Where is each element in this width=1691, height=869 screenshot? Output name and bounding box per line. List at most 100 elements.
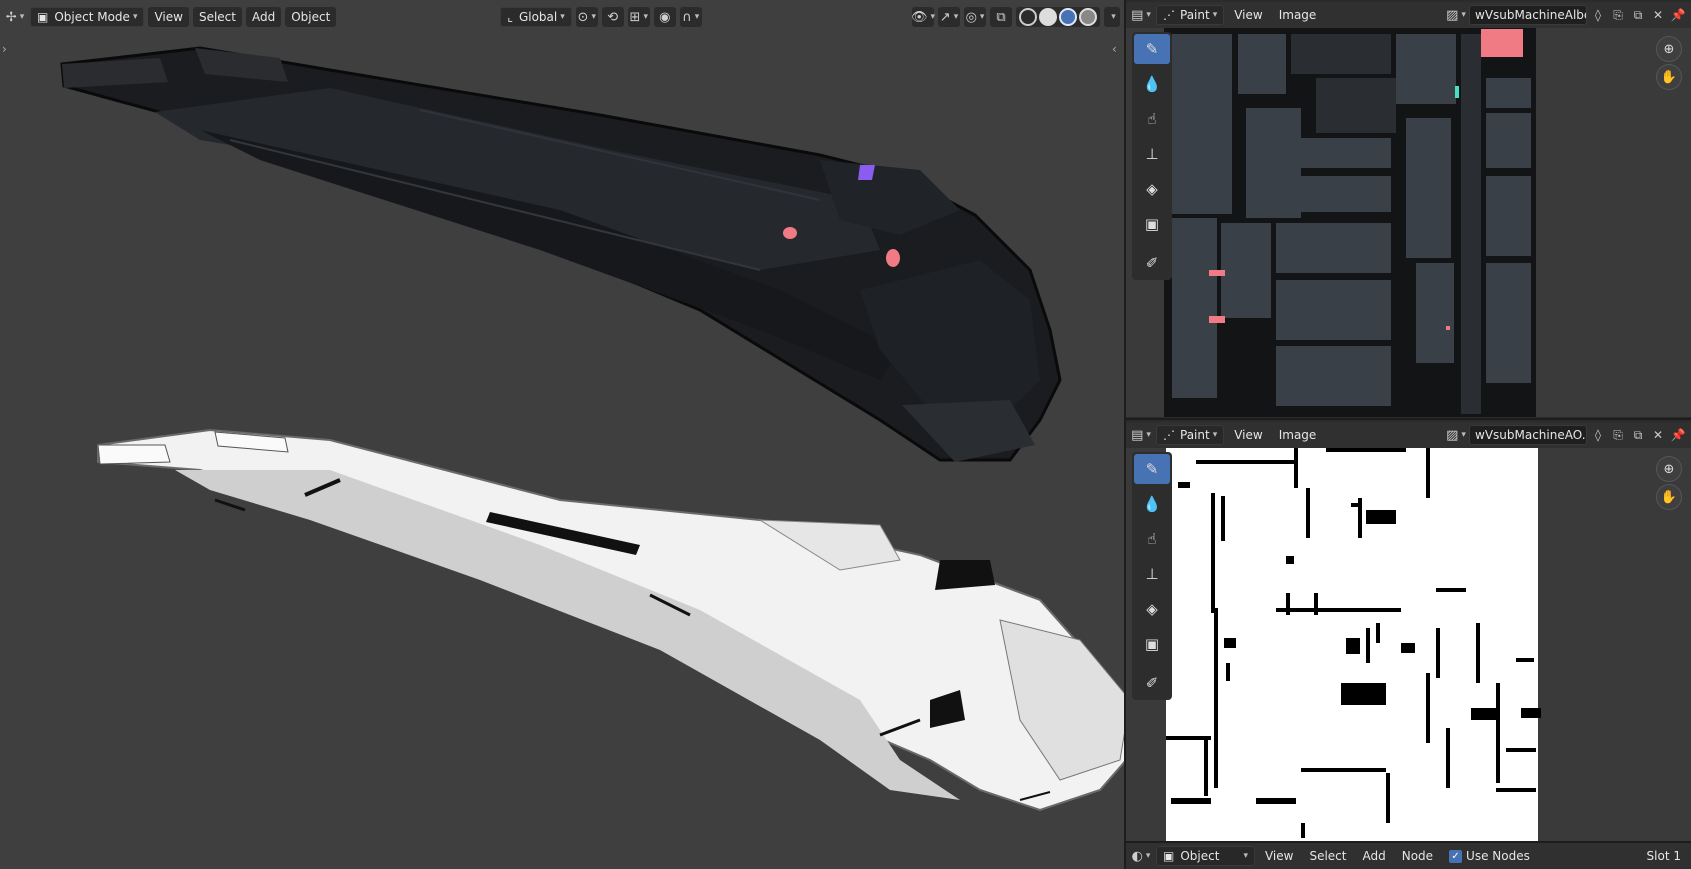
visibility-icon[interactable]: 👁 ▾ <box>911 7 935 27</box>
node-editor-header: ◐ ▾ ▣ Object ▾ View Select Add Node ✓ Use… <box>1126 843 1691 869</box>
image-name-field[interactable]: wVsubMachineAlbedo <box>1469 5 1587 25</box>
albedo-texture <box>1164 28 1536 417</box>
shading-modes <box>1016 7 1100 27</box>
shader-type-selector[interactable]: ▣ Object ▾ <box>1156 846 1255 866</box>
fill-icon[interactable]: ◈ <box>1134 174 1170 204</box>
annotate-icon[interactable]: ✐ <box>1134 248 1170 278</box>
blur-icon[interactable]: 💧 <box>1134 69 1170 99</box>
viewport-scene <box>60 46 1124 812</box>
unlink-image-icon[interactable]: ✕ <box>1649 6 1667 24</box>
brush-icon[interactable]: ✎ <box>1134 34 1170 64</box>
orientation-icon: ⌞ <box>507 10 513 24</box>
image-editor-header: ▤ ▾ ⋰ Paint ▾ View Image ▨ ▾ wVsubMachineA… <box>1126 422 1691 448</box>
paint-mode-selector[interactable]: ⋰ Paint ▾ <box>1156 425 1225 445</box>
fake-user-icon[interactable]: ◊ <box>1589 6 1607 24</box>
new-image-icon[interactable]: ⎘ <box>1609 426 1627 444</box>
menu-view[interactable]: View <box>1259 846 1299 866</box>
mask-icon[interactable]: ▣ <box>1134 629 1170 659</box>
paint-mode-label: Paint <box>1180 8 1210 22</box>
mode-label: Object Mode <box>54 10 130 24</box>
editor-type-icon[interactable]: ✢ ▾ <box>4 7 26 27</box>
open-image-icon[interactable]: ⧉ <box>1629 6 1647 24</box>
menu-view[interactable]: View <box>1228 425 1268 445</box>
editor-type-icon[interactable]: ▤ ▾ <box>1130 425 1152 445</box>
pivot-point-icon[interactable]: ⊙ ▾ <box>575 7 598 27</box>
gizmo-icon[interactable]: ↗ ▾ <box>938 7 960 27</box>
zoom-icon[interactable]: ⊕ <box>1656 36 1682 62</box>
paint-toolbar: ✎ 💧 ☝ ⊥ ◈ ▣ ✐ <box>1132 32 1172 280</box>
transform-orientation[interactable]: ⌞ Global ▾ <box>500 7 572 27</box>
shading-options-icon[interactable]: ▾ <box>1104 7 1120 27</box>
unlink-image-icon[interactable]: ✕ <box>1649 426 1667 444</box>
clone-icon[interactable]: ⊥ <box>1134 559 1170 589</box>
image-editor-header: ▤ ▾ ⋰ Paint ▾ View Image ▨ ▾ wVsubMachineA… <box>1126 2 1691 28</box>
menu-node[interactable]: Node <box>1396 846 1439 866</box>
menu-image[interactable]: Image <box>1273 425 1323 445</box>
menu-select[interactable]: Select <box>1303 846 1352 866</box>
use-nodes-toggle[interactable]: ✓ Use Nodes <box>1443 846 1536 866</box>
menu-add[interactable]: Add <box>1356 846 1391 866</box>
material-shading-icon[interactable] <box>1059 8 1077 26</box>
dark-rifle-model <box>60 46 1062 462</box>
image-name-field[interactable]: wVsubMachineAO.0... <box>1469 425 1587 445</box>
shader-type-label: Object <box>1180 849 1220 863</box>
paint-mode-icon: ⋰ <box>1163 8 1175 22</box>
sidebar-expand-icon[interactable]: ‹ <box>1112 42 1117 56</box>
toolbar-expand-icon[interactable]: › <box>2 42 7 56</box>
snap-grid-icon[interactable]: ⊞ ▾ <box>627 7 650 27</box>
object-type-icon: ▣ <box>1163 849 1175 863</box>
albedo-canvas-area[interactable]: ✎ 💧 ☝ ⊥ ◈ ▣ ✐ ⊕ ✋ <box>1126 28 1691 417</box>
paint-mode-icon: ⋰ <box>1163 428 1175 442</box>
clone-icon[interactable]: ⊥ <box>1134 139 1170 169</box>
editor-type-icon[interactable]: ▤ ▾ <box>1130 5 1152 25</box>
xray-icon[interactable]: ⧉ <box>990 7 1012 27</box>
mask-icon[interactable]: ▣ <box>1134 209 1170 239</box>
zoom-icon[interactable]: ⊕ <box>1656 456 1682 482</box>
proportional-edit-icon[interactable]: ◉ <box>653 7 676 27</box>
fake-user-icon[interactable]: ◊ <box>1589 426 1607 444</box>
slot-selector[interactable]: Slot 1 <box>1641 846 1687 866</box>
3d-viewport[interactable]: › ‹ ✢ ▾ ▣ Object Mode ▾ View Select Add O… <box>0 0 1124 869</box>
pan-icon[interactable]: ✋ <box>1656 484 1682 510</box>
pan-icon[interactable]: ✋ <box>1656 64 1682 90</box>
object-mode-icon: ▣ <box>37 10 49 24</box>
solid-shading-icon[interactable] <box>1039 8 1057 26</box>
menu-add[interactable]: Add <box>245 7 282 27</box>
brush-icon[interactable]: ✎ <box>1134 454 1170 484</box>
orientation-label: Global <box>518 10 558 24</box>
overlays-icon[interactable]: ◎ ▾ <box>964 7 986 27</box>
blur-icon[interactable]: 💧 <box>1134 489 1170 519</box>
editor-type-icon[interactable]: ◐ ▾ <box>1130 846 1152 866</box>
ao-canvas-area[interactable]: ✎ 💧 ☝ ⊥ ◈ ▣ ✐ ⊕ ✋ <box>1126 448 1691 841</box>
paint-mode-label: Paint <box>1180 428 1210 442</box>
wireframe-shading-icon[interactable] <box>1019 8 1037 26</box>
snap-toggle-icon[interactable]: ⟲ <box>601 7 624 27</box>
menu-object[interactable]: Object <box>285 7 337 27</box>
pin-icon[interactable]: 📌 <box>1669 6 1687 24</box>
smear-icon[interactable]: ☝ <box>1134 104 1170 134</box>
viewport-header: ✢ ▾ ▣ Object Mode ▾ View Select Add Objec… <box>0 4 1124 30</box>
annotate-icon[interactable]: ✐ <box>1134 668 1170 698</box>
open-image-icon[interactable]: ⧉ <box>1629 426 1647 444</box>
menu-select[interactable]: Select <box>192 7 242 27</box>
fill-icon[interactable]: ◈ <box>1134 594 1170 624</box>
image-browse-icon[interactable]: ▨ ▾ <box>1445 425 1467 445</box>
menu-image[interactable]: Image <box>1273 5 1323 25</box>
smear-icon[interactable]: ☝ <box>1134 524 1170 554</box>
falloff-icon[interactable]: ∩ ▾ <box>679 7 702 27</box>
white-rifle-model <box>97 428 1124 812</box>
mode-selector[interactable]: ▣ Object Mode ▾ <box>30 7 145 27</box>
new-image-icon[interactable]: ⎘ <box>1609 6 1627 24</box>
menu-view[interactable]: View <box>1228 5 1268 25</box>
checkbox-check-icon: ✓ <box>1449 849 1463 863</box>
menu-view[interactable]: View <box>148 7 189 27</box>
use-nodes-label: Use Nodes <box>1466 849 1530 863</box>
image-browse-icon[interactable]: ▨ ▾ <box>1445 5 1467 25</box>
pin-icon[interactable]: 📌 <box>1669 426 1687 444</box>
paint-toolbar: ✎ 💧 ☝ ⊥ ◈ ▣ ✐ <box>1132 452 1172 700</box>
rendered-shading-icon[interactable] <box>1079 8 1097 26</box>
ao-texture <box>1166 448 1541 841</box>
image-editor-ao: ▤ ▾ ⋰ Paint ▾ View Image ▨ ▾ wVsubMachineA… <box>1126 420 1691 841</box>
image-editor-albedo: ▤ ▾ ⋰ Paint ▾ View Image ▨ ▾ wVsubMachineA… <box>1126 0 1691 418</box>
paint-mode-selector[interactable]: ⋰ Paint ▾ <box>1156 5 1225 25</box>
